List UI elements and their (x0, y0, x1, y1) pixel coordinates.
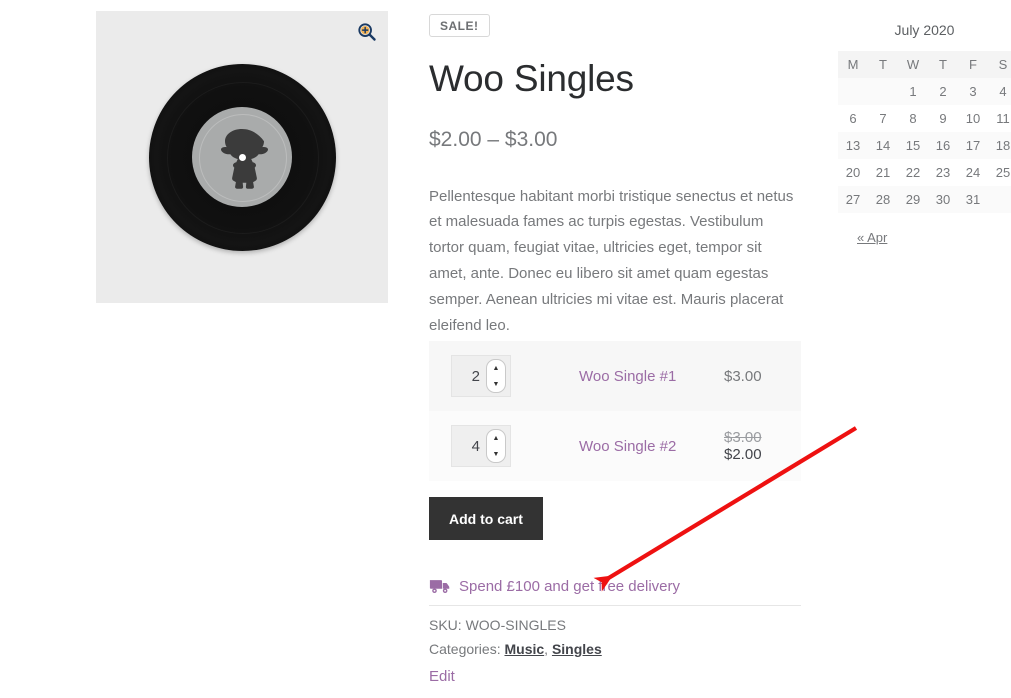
product-price-cell: $3.00 (724, 341, 801, 411)
quantity-spinner[interactable]: ▲ ▼ (486, 429, 506, 463)
calendar-day: 14 (875, 138, 891, 153)
vinyl-record-graphic (148, 63, 336, 251)
calendar-day: 11 (996, 111, 1010, 126)
edit-link[interactable]: Edit (429, 668, 455, 685)
quantity-cell: 4 ▲ ▼ (429, 411, 579, 481)
product-meta: SKU: WOO-SINGLES Categories: Music, Sing… (429, 615, 801, 660)
product-price-cell: $3.00 $2.00 (724, 411, 801, 481)
calendar-body: 1 2 3 4 6 7 8 9 10 11 13 14 15 16 17 18 (838, 78, 1011, 213)
calendar-day: 16 (935, 138, 951, 153)
calendar-day: 29 (905, 192, 921, 207)
category-link-music[interactable]: Music (504, 641, 544, 657)
grouped-product-link[interactable]: Woo Single #1 (579, 368, 676, 385)
calendar-day: 22 (905, 165, 921, 180)
categories-label: Categories: (429, 640, 501, 657)
product-gallery[interactable] (96, 11, 388, 303)
calendar-day (868, 78, 898, 105)
product-image[interactable] (96, 11, 388, 303)
record-spindle-hole (238, 153, 246, 161)
quantity-stepper[interactable]: 4 ▲ ▼ (451, 425, 511, 467)
sale-badge: SALE! (429, 14, 490, 37)
calendar-widget: July 2020 M T W T F S 1 2 3 4 6 7 8 9 10… (838, 22, 1011, 245)
quantity-value[interactable]: 4 (472, 438, 480, 455)
calendar-day: 10 (965, 111, 981, 126)
quantity-cell: 2 ▲ ▼ (429, 341, 579, 411)
grouped-products-body: 2 ▲ ▼ Woo Single #1 $3.00 4 ▲ ▼ Woo Sing… (429, 341, 801, 481)
sku-row: SKU: WOO-SINGLES (429, 615, 801, 637)
weekday-sat: S (988, 51, 1011, 78)
calendar-day: 6 (849, 111, 857, 126)
weekday-wed: W (898, 51, 928, 78)
calendar-table: M T W T F S 1 2 3 4 6 7 8 9 10 11 13 14 … (838, 51, 1011, 213)
table-row[interactable]: 4 ▲ ▼ Woo Single #2 $3.00 $2.00 (429, 411, 801, 481)
calendar-day: 21 (875, 165, 891, 180)
truck-icon (429, 579, 450, 593)
free-delivery-text: Spend £100 and get free delivery (459, 578, 680, 595)
calendar-day (838, 78, 868, 105)
calendar-day: 15 (905, 138, 921, 153)
page-title: Woo Singles (429, 58, 634, 99)
categories-row: Categories: Music, Singles (429, 639, 801, 661)
calendar-day: 3 (969, 84, 977, 99)
free-delivery-notice: Spend £100 and get free delivery (429, 578, 801, 606)
calendar-day: 23 (935, 165, 951, 180)
chevron-down-icon[interactable]: ▼ (487, 446, 505, 462)
chevron-up-icon[interactable]: ▲ (487, 360, 505, 376)
weekday-fri: F (958, 51, 988, 78)
calendar-week-row: 13 14 15 16 17 18 (838, 132, 1011, 159)
grouped-products-table: 2 ▲ ▼ Woo Single #1 $3.00 4 ▲ ▼ Woo Sing… (429, 341, 801, 481)
calendar-day: 18 (995, 138, 1011, 153)
weekday-mon: M (838, 51, 868, 78)
calendar-week-row: 20 21 22 23 24 25 (838, 159, 1011, 186)
sku-value: WOO-SINGLES (465, 617, 566, 633)
quantity-value[interactable]: 2 (472, 368, 480, 385)
price-sale: $2.00 (724, 446, 762, 463)
chevron-up-icon[interactable]: ▲ (487, 430, 505, 446)
chevron-down-icon[interactable]: ▼ (487, 376, 505, 392)
sku-label: SKU: (429, 617, 462, 633)
quantity-stepper[interactable]: 2 ▲ ▼ (451, 355, 511, 397)
calendar-week-row: 1 2 3 4 (838, 78, 1011, 105)
product-name-cell: Woo Single #2 (579, 411, 724, 481)
zoom-in-icon[interactable] (356, 21, 378, 43)
weekday-tue: T (868, 51, 898, 78)
calendar-day: 27 (845, 192, 861, 207)
calendar-day: 7 (879, 111, 887, 126)
add-to-cart-button[interactable]: Add to cart (429, 497, 543, 540)
calendar-day: 30 (935, 192, 951, 207)
calendar-prev-month-link[interactable]: « Apr (857, 230, 887, 245)
product-description: Pellentesque habitant morbi tristique se… (429, 187, 794, 334)
calendar-nav: « Apr (838, 230, 1011, 245)
weekday-thu: T (928, 51, 958, 78)
product-price-range: $2.00 – $3.00 (429, 127, 558, 151)
quantity-spinner[interactable]: ▲ ▼ (486, 359, 506, 393)
calendar-weekday-row: M T W T F S (838, 51, 1011, 78)
price-original: $3.00 (724, 429, 762, 446)
product-summary: SALE! Woo Singles $2.00 – $3.00 Pellente… (429, 0, 801, 685)
calendar-day: 31 (965, 192, 981, 207)
calendar-day: 24 (965, 165, 981, 180)
calendar-day (988, 186, 1011, 213)
price-value: $3.00 (724, 367, 762, 385)
category-separator: , (544, 640, 552, 657)
calendar-week-row: 6 7 8 9 10 11 (838, 105, 1011, 132)
calendar-day: 20 (845, 165, 861, 180)
calendar-day: 13 (845, 138, 861, 153)
calendar-day: 25 (995, 165, 1011, 180)
calendar-week-row: 27 28 29 30 31 (838, 186, 1011, 213)
grouped-product-link[interactable]: Woo Single #2 (579, 438, 676, 455)
calendar-day: 8 (909, 111, 917, 126)
calendar-caption: July 2020 (894, 22, 955, 38)
calendar-day: 1 (909, 84, 917, 99)
calendar-day: 28 (875, 192, 891, 207)
calendar-day: 2 (939, 84, 947, 99)
calendar-day: 17 (965, 138, 981, 153)
table-row[interactable]: 2 ▲ ▼ Woo Single #1 $3.00 (429, 341, 801, 411)
product-name-cell: Woo Single #1 (579, 341, 724, 411)
calendar-day: 9 (939, 111, 947, 126)
calendar-day: 4 (999, 84, 1007, 99)
category-link-singles[interactable]: Singles (552, 641, 602, 657)
calendar-head: M T W T F S (838, 51, 1011, 78)
